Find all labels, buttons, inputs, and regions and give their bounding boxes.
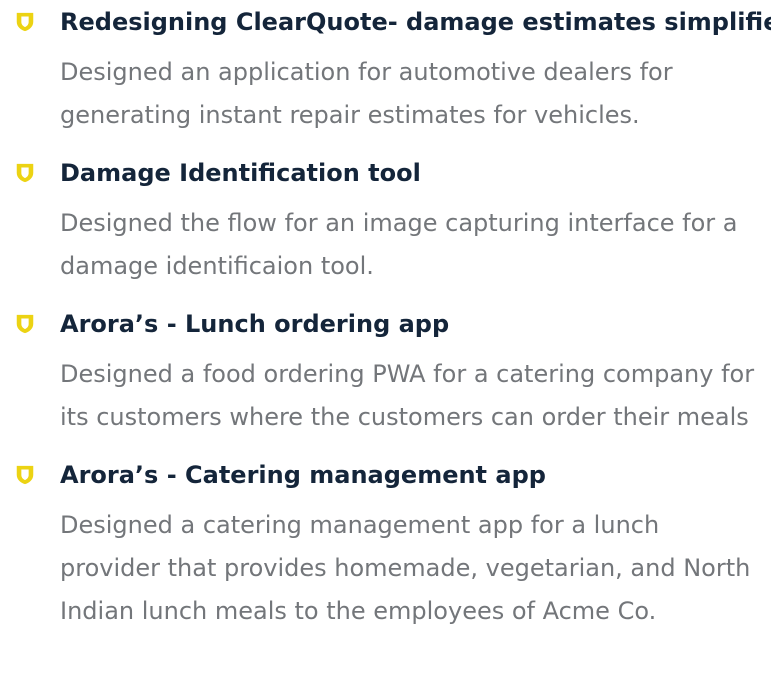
project-description: Designed a food ordering PWA for a cater… <box>60 360 755 431</box>
project-item: Arora’s - Catering management app Design… <box>0 458 771 633</box>
shield-icon <box>16 163 34 183</box>
project-list: Redesigning ClearQuote- damage estimates… <box>0 0 771 699</box>
project-item: Redesigning ClearQuote- damage estimates… <box>0 5 771 137</box>
project-item: Damage Identification tool Designed the … <box>0 156 771 288</box>
shield-icon <box>16 12 34 32</box>
project-item: Arora’s - Lunch ordering app Designed a … <box>0 307 771 439</box>
project-title: Arora’s - Catering management app <box>60 461 546 489</box>
project-title: Redesigning ClearQuote- damage estimates… <box>60 8 771 36</box>
project-description: Designed an application for automotive d… <box>60 58 673 129</box>
shield-icon <box>16 465 34 485</box>
project-description: Designed a catering management app for a… <box>60 511 751 625</box>
project-description: Designed the flow for an image capturing… <box>60 209 738 280</box>
shield-icon <box>16 314 34 334</box>
project-title: Damage Identification tool <box>60 159 421 187</box>
project-title: Arora’s - Lunch ordering app <box>60 310 450 338</box>
